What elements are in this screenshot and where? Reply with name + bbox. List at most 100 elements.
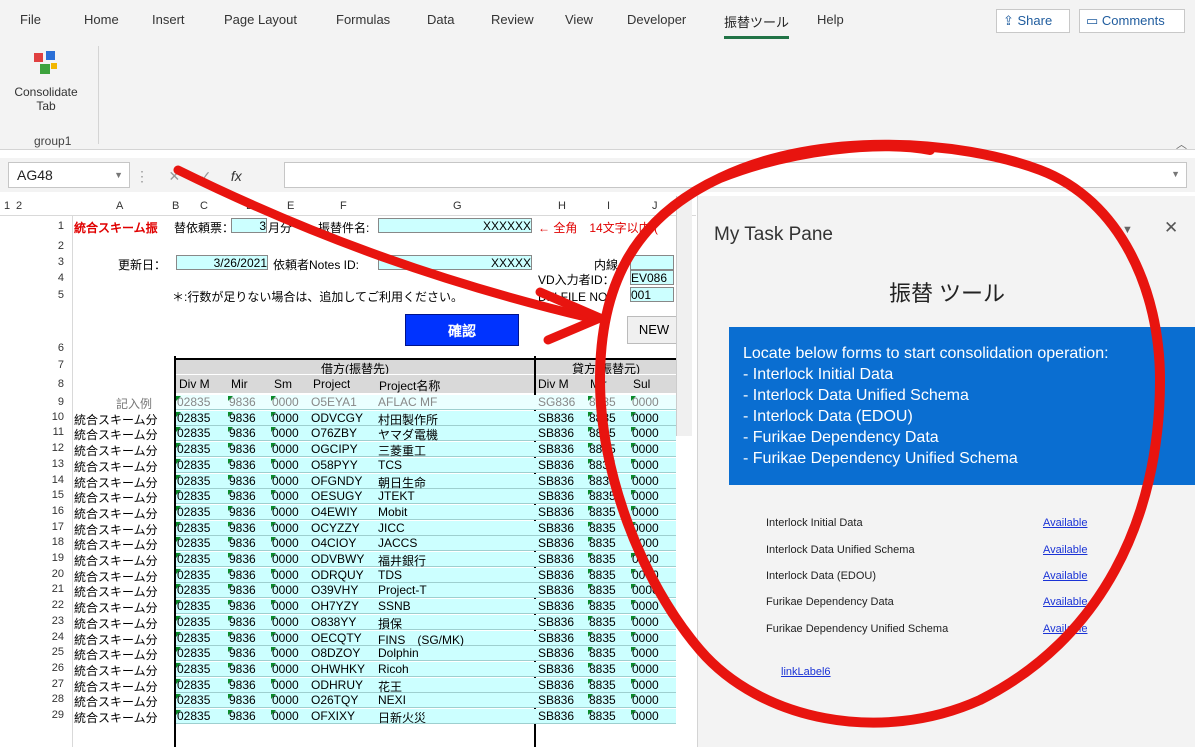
- cell-g[interactable]: Mobit: [378, 505, 532, 519]
- filter-sul-credit[interactable]: Sul: [633, 377, 650, 391]
- cell-d[interactable]: 9836: [229, 426, 269, 440]
- cell-j[interactable]: 0000: [632, 411, 674, 425]
- cell-e[interactable]: 0000: [272, 442, 310, 456]
- row-number[interactable]: 12: [40, 442, 64, 454]
- cell-i[interactable]: 8835: [589, 615, 629, 629]
- cell-j[interactable]: 0000: [632, 458, 674, 472]
- tab-help[interactable]: Help: [817, 12, 844, 27]
- cell-f[interactable]: O5EYA1: [311, 395, 375, 409]
- cell-j[interactable]: 0000: [632, 693, 674, 707]
- cell-f[interactable]: OCYZZY: [311, 521, 375, 535]
- cell-j[interactable]: 0000: [632, 615, 674, 629]
- cell-d[interactable]: 9836: [229, 489, 269, 503]
- cell-j[interactable]: 0000: [632, 678, 674, 692]
- cell-f[interactable]: O39VHY: [311, 583, 375, 597]
- cell-h[interactable]: SB836: [538, 583, 586, 597]
- insert-function-icon[interactable]: fx: [231, 168, 242, 184]
- col-header-c[interactable]: C: [200, 200, 208, 212]
- cell-f[interactable]: OH7YZY: [311, 599, 375, 613]
- cell-h[interactable]: SB836: [538, 631, 586, 645]
- cell-f[interactable]: ODHRUY: [311, 678, 375, 692]
- cell-e[interactable]: 0000: [272, 646, 310, 660]
- cell-c[interactable]: 02835: [177, 458, 227, 472]
- cell-d[interactable]: 9836: [229, 458, 269, 472]
- cell-j[interactable]: 0000: [632, 552, 674, 566]
- collapse-ribbon-icon[interactable]: ︿: [1176, 136, 1187, 152]
- row-number[interactable]: 3: [40, 256, 64, 268]
- cell-c[interactable]: 02835: [177, 426, 227, 440]
- cell-f[interactable]: OGCIPY: [311, 442, 375, 456]
- cell-c[interactable]: 02835: [177, 599, 227, 613]
- cell-f[interactable]: O4CIOY: [311, 536, 375, 550]
- cell-g[interactable]: 損保: [378, 615, 532, 632]
- cell-d[interactable]: 9836: [229, 442, 269, 456]
- scheme-cell[interactable]: 統合スキーム分: [74, 411, 172, 428]
- cell-i[interactable]: 8835: [589, 599, 629, 613]
- cell-c[interactable]: 02835: [177, 474, 227, 488]
- cell-i[interactable]: 8835: [589, 583, 629, 597]
- cell-e[interactable]: 0000: [272, 411, 310, 425]
- extension-input[interactable]: [630, 255, 674, 270]
- col-header-i[interactable]: I: [607, 200, 610, 212]
- cell-d[interactable]: 9836: [229, 615, 269, 629]
- cell-h[interactable]: SB836: [538, 678, 586, 692]
- tab-formulas[interactable]: Formulas: [336, 12, 390, 27]
- cell-h[interactable]: SB836: [538, 442, 586, 456]
- scheme-cell[interactable]: 統合スキーム分: [74, 505, 172, 522]
- cell-j[interactable]: 0000: [632, 505, 674, 519]
- cell-c[interactable]: 02835: [177, 489, 227, 503]
- col-header-h[interactable]: H: [558, 200, 566, 212]
- cell-j[interactable]: 0000: [632, 536, 674, 550]
- filter-mir[interactable]: Mir: [231, 377, 248, 391]
- name-box[interactable]: AG48 ▼: [8, 162, 130, 188]
- outline-level-1[interactable]: 1: [4, 200, 10, 212]
- form-link-interlock-edou[interactable]: Available: [1043, 570, 1087, 582]
- scheme-cell[interactable]: 統合スキーム分: [74, 458, 172, 475]
- cell-d[interactable]: 9836: [229, 646, 269, 660]
- row-number[interactable]: 26: [40, 662, 64, 674]
- col-header-f[interactable]: F: [340, 200, 347, 212]
- row-number[interactable]: 2: [40, 240, 64, 252]
- cell-i[interactable]: 8835: [589, 442, 629, 456]
- cell-h[interactable]: SB836: [538, 709, 586, 723]
- cell-e[interactable]: 0000: [272, 693, 310, 707]
- cell-h[interactable]: SB836: [538, 693, 586, 707]
- cell-h[interactable]: SB836: [538, 552, 586, 566]
- cell-i[interactable]: 8835: [589, 474, 629, 488]
- cell-g[interactable]: 日新火災: [378, 709, 532, 726]
- scheme-cell[interactable]: 統合スキーム分: [74, 709, 172, 726]
- cell-h[interactable]: SB836: [538, 568, 586, 582]
- scheme-cell[interactable]: 統合スキーム分: [74, 583, 172, 600]
- expand-formula-icon[interactable]: ▼: [1171, 169, 1180, 179]
- cell-d[interactable]: 9836: [229, 583, 269, 597]
- cell-g[interactable]: JTEKT: [378, 489, 532, 503]
- cell-d[interactable]: 9836: [229, 395, 269, 409]
- cell-i[interactable]: 8835: [589, 662, 629, 676]
- row-number[interactable]: 1: [40, 220, 64, 232]
- cell-d[interactable]: 9836: [229, 678, 269, 692]
- worksheet-grid[interactable]: 1 2 A B C D E F G H I J 1 統合スキーム振 替依頼票： …: [0, 196, 696, 747]
- cell-c[interactable]: 02835: [177, 631, 227, 645]
- cell-f[interactable]: O4EWIY: [311, 505, 375, 519]
- cell-g[interactable]: NEXI: [378, 693, 532, 707]
- row-number[interactable]: 29: [40, 709, 64, 721]
- form-link-furikae-dependency[interactable]: Available: [1043, 596, 1087, 608]
- close-icon[interactable]: ✕: [1164, 218, 1178, 238]
- cell-h[interactable]: SB836: [538, 474, 586, 488]
- row-number[interactable]: 28: [40, 693, 64, 705]
- cell-e[interactable]: 0000: [272, 395, 310, 409]
- tab-home[interactable]: Home: [84, 12, 119, 27]
- cell-d[interactable]: 9836: [229, 662, 269, 676]
- scheme-cell[interactable]: 統合スキーム分: [74, 521, 172, 538]
- form-link-interlock-initial[interactable]: Available: [1043, 517, 1087, 529]
- tab-page-layout[interactable]: Page Layout: [224, 12, 297, 27]
- cell-d[interactable]: 9836: [229, 521, 269, 535]
- tab-view[interactable]: View: [565, 12, 593, 27]
- cell-g[interactable]: 福井銀行: [378, 552, 532, 569]
- cell-e[interactable]: 0000: [272, 615, 310, 629]
- cell-f[interactable]: ODVBWY: [311, 552, 375, 566]
- cell-i[interactable]: 8835: [589, 678, 629, 692]
- row-number[interactable]: 5: [40, 289, 64, 301]
- scheme-cell[interactable]: 統合スキーム分: [74, 489, 172, 506]
- cell-i[interactable]: 8835: [589, 646, 629, 660]
